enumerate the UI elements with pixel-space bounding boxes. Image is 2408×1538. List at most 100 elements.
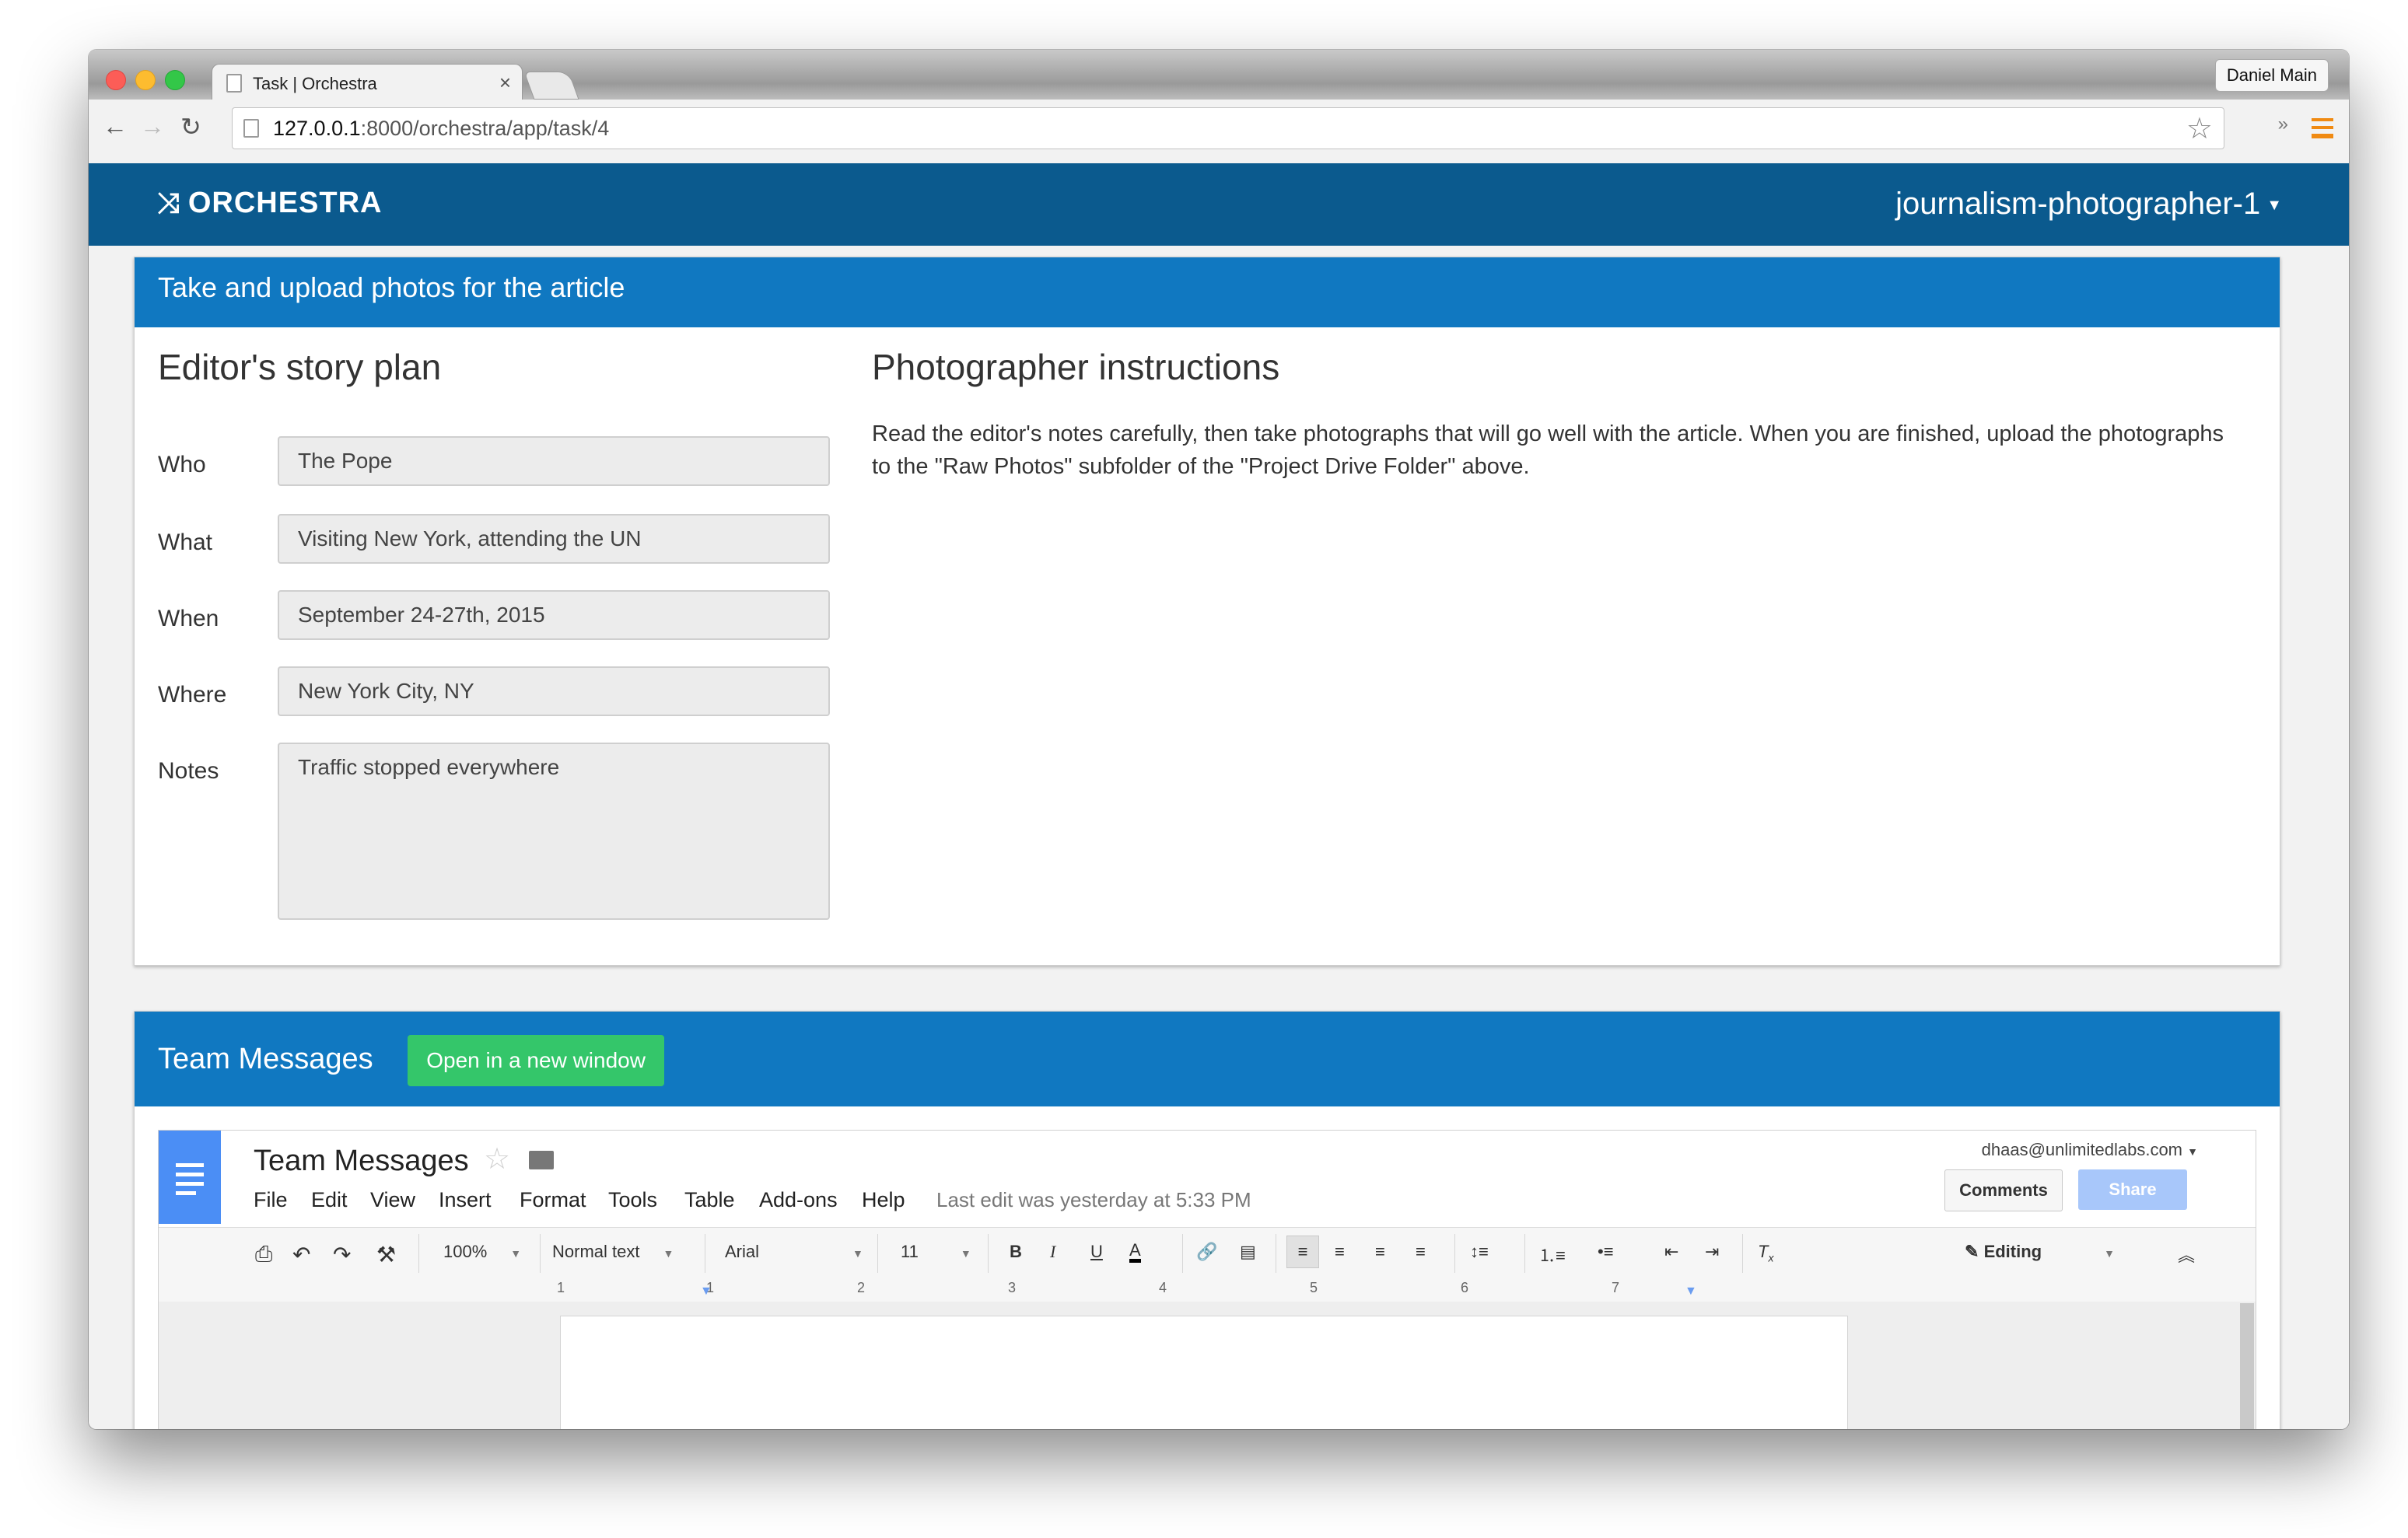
folder-icon[interactable] [529,1151,554,1169]
shuffle-icon: ⤨ [157,187,180,218]
left-indent-marker-icon[interactable]: ▼ [700,1285,712,1299]
address-bar[interactable]: 127.0.0.1:8000/orchestra/app/task/4 ☆ [232,107,2224,149]
new-tab-button[interactable] [523,72,579,100]
browser-menu-icon[interactable] [2312,118,2333,138]
menu-file[interactable]: File [254,1188,288,1212]
url-host: 127.0.0.1 [273,117,361,140]
menu-format[interactable]: Format [520,1188,586,1212]
task-panel-header: Take and upload photos for the article [135,257,2280,327]
last-edit-link[interactable]: Last edit was yesterday at 5:33 PM [936,1188,1251,1212]
page-icon [226,74,242,93]
where-field[interactable]: New York City, NY [278,666,830,716]
when-field[interactable]: September 24-27th, 2015 [278,590,830,640]
comments-button[interactable]: Comments [1944,1169,2063,1211]
notes-field[interactable]: Traffic stopped everywhere [278,743,830,920]
line-spacing-icon[interactable]: ↕≡ [1470,1242,1489,1262]
toolbar-separator [1742,1234,1743,1273]
text-color-icon[interactable]: A [1129,1242,1141,1263]
browser-toolbar: ← → ↻ 127.0.0.1:8000/orchestra/app/task/… [89,100,2349,164]
doc-scrollbar[interactable] [2240,1303,2254,1429]
bulleted-list-icon[interactable]: •≡ [1598,1242,1614,1262]
menu-tools[interactable]: Tools [608,1188,657,1212]
decrease-indent-icon[interactable]: ⇤ [1664,1242,1678,1262]
ruler-tick: 6 [1461,1280,1469,1295]
font-select[interactable]: Arial ▼ [725,1242,863,1262]
ruler-tick: 7 [1612,1280,1620,1295]
link-icon[interactable]: 🔗 [1196,1242,1217,1262]
share-button[interactable]: Share [2078,1169,2187,1210]
user-menu[interactable]: journalism-photographer-1 ▼ [1895,187,2282,222]
font-size-select[interactable]: 11 ▼ [901,1242,971,1262]
bookmark-star-icon[interactable]: ☆ [2186,111,2213,146]
doc-title[interactable]: Team Messages [254,1145,469,1178]
caret-down-icon: ▼ [2187,1145,2198,1158]
field-label-what: What [158,530,213,555]
align-center-icon[interactable]: ≡ [1335,1242,1345,1262]
document-page[interactable] [560,1316,1848,1429]
back-arrow-icon[interactable]: ← [103,112,128,141]
comment-icon[interactable]: ▤ [1240,1242,1256,1262]
url-path: :8000/orchestra/app/task/4 [360,117,610,140]
italic-icon[interactable]: I [1050,1242,1055,1262]
star-icon[interactable]: ☆ [484,1141,510,1176]
numbered-list-icon[interactable]: ⒈≡ [1538,1242,1566,1267]
reload-icon[interactable]: ↻ [180,112,201,142]
forward-arrow-icon[interactable]: → [140,112,165,141]
app-navbar: ⤨ ORCHESTRA journalism-photographer-1 ▼ [89,163,2349,246]
collapse-menu-icon[interactable]: ︽ [2178,1242,2195,1267]
profile-button[interactable]: Daniel Main [2214,59,2329,92]
docs-logo-line [176,1173,204,1176]
doc-toolbar: ⎙ ↶ ↷ ⚒ 100% ▼ Normal text ▼ Arial ▼ 11 ▼ B … [159,1227,2256,1280]
redo-icon[interactable]: ↷ [333,1242,351,1267]
task-title: Take and upload photos for the article [158,271,625,303]
style-select[interactable]: Normal text ▼ [552,1242,674,1262]
team-messages-header: Team Messages Open in a new window [135,1012,2280,1106]
menu-addons[interactable]: Add-ons [759,1188,838,1212]
open-new-window-button[interactable]: Open in a new window [408,1034,664,1086]
url-text[interactable]: 127.0.0.1:8000/orchestra/app/task/4 [273,117,609,141]
who-field[interactable]: The Pope [278,436,830,486]
menu-insert[interactable]: Insert [439,1188,492,1212]
align-left-icon[interactable]: ≡ [1286,1236,1319,1268]
undo-icon[interactable]: ↶ [292,1242,310,1267]
account-email: dhaas@unlimitedlabs.com [1981,1140,2183,1159]
extensions-overflow-icon[interactable]: » [2278,114,2288,135]
toolbar-separator [1182,1234,1183,1273]
tab-title: Task | Orchestra [253,74,377,93]
menu-table[interactable]: Table [684,1188,735,1212]
docs-logo-icon[interactable] [159,1131,221,1224]
underline-icon[interactable]: U [1090,1242,1103,1262]
account-menu[interactable]: dhaas@unlimitedlabs.com ▼ [1982,1140,2198,1160]
what-field[interactable]: Visiting New York, attending the UN [278,514,830,564]
menu-view[interactable]: View [370,1188,415,1212]
paint-format-icon[interactable]: ⚒ [376,1242,396,1267]
clear-formatting-icon[interactable]: Tx [1758,1242,1773,1264]
main-content: Take and upload photos for the article E… [89,246,2349,1429]
bold-icon[interactable]: B [1010,1242,1022,1262]
minimize-window-button[interactable] [135,70,156,90]
right-indent-marker-icon[interactable]: ▼ [1685,1285,1697,1299]
editing-mode-select[interactable]: ✎ Editing ▼ [1965,1242,2115,1262]
tab-close-icon[interactable]: × [499,71,511,95]
user-name: journalism-photographer-1 [1895,187,2261,221]
menu-edit[interactable]: Edit [311,1188,348,1212]
browser-tab[interactable]: Task | Orchestra × [212,64,523,100]
print-icon[interactable]: ⎙ [255,1242,272,1267]
close-window-button[interactable] [106,70,126,90]
menu-help[interactable]: Help [862,1188,905,1212]
ruler-tick: 4 [1159,1280,1167,1295]
zoom-window-button[interactable] [165,70,185,90]
ruler-tick: 5 [1310,1280,1318,1295]
story-plan-heading: Editor's story plan [158,347,442,387]
instructions-heading: Photographer instructions [872,347,1280,387]
increase-indent-icon[interactable]: ⇥ [1705,1242,1719,1262]
docs-logo-line [176,1191,196,1195]
align-right-icon[interactable]: ≡ [1375,1242,1385,1262]
field-label-who: Who [158,452,206,477]
caret-down-icon: ▼ [2266,196,2282,214]
zoom-select[interactable]: 100% ▼ [443,1242,521,1262]
docs-logo-line [176,1163,204,1167]
toolbar-separator [540,1234,541,1273]
align-justify-icon[interactable]: ≡ [1416,1242,1426,1262]
brand-logo[interactable]: ⤨ ORCHESTRA [157,187,383,220]
